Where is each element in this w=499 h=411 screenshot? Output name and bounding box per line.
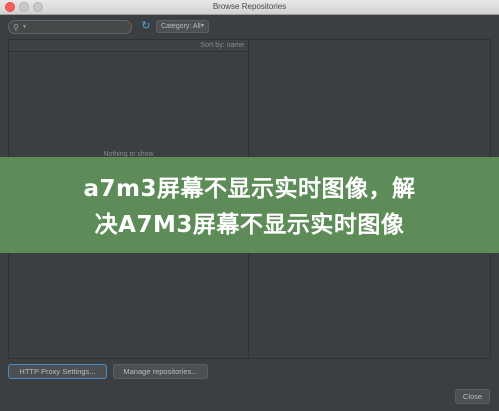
- search-field[interactable]: ⚲ ▼: [8, 20, 132, 34]
- title-bar: Browse Repositories: [0, 0, 499, 15]
- category-label: Category: All: [161, 23, 201, 30]
- category-dropdown[interactable]: Category: All ▼: [156, 20, 209, 33]
- banner-line-2: 决A7M3屏幕不显示实时图像: [94, 212, 405, 238]
- sort-header[interactable]: Sort by: name: [9, 40, 248, 52]
- search-input[interactable]: [28, 21, 128, 33]
- http-proxy-settings-button[interactable]: HTTP Proxy Settings...: [8, 364, 107, 379]
- sort-label[interactable]: Sort by: name: [200, 40, 244, 51]
- banner-line-1: a7m3屏幕不显示实时图像，解: [83, 176, 416, 202]
- chevron-down-icon: ▼: [200, 23, 205, 29]
- overlay-banner: a7m3屏幕不显示实时图像，解 决A7M3屏幕不显示实时图像: [0, 157, 499, 253]
- refresh-icon[interactable]: ↻: [140, 20, 152, 33]
- manage-repositories-button[interactable]: Manage repositories...: [113, 364, 208, 379]
- chevron-down-icon[interactable]: ▼: [22, 23, 27, 32]
- window-title: Browse Repositories: [212, 2, 287, 11]
- search-icon[interactable]: ⚲: [13, 22, 19, 33]
- close-button[interactable]: Close: [455, 389, 490, 404]
